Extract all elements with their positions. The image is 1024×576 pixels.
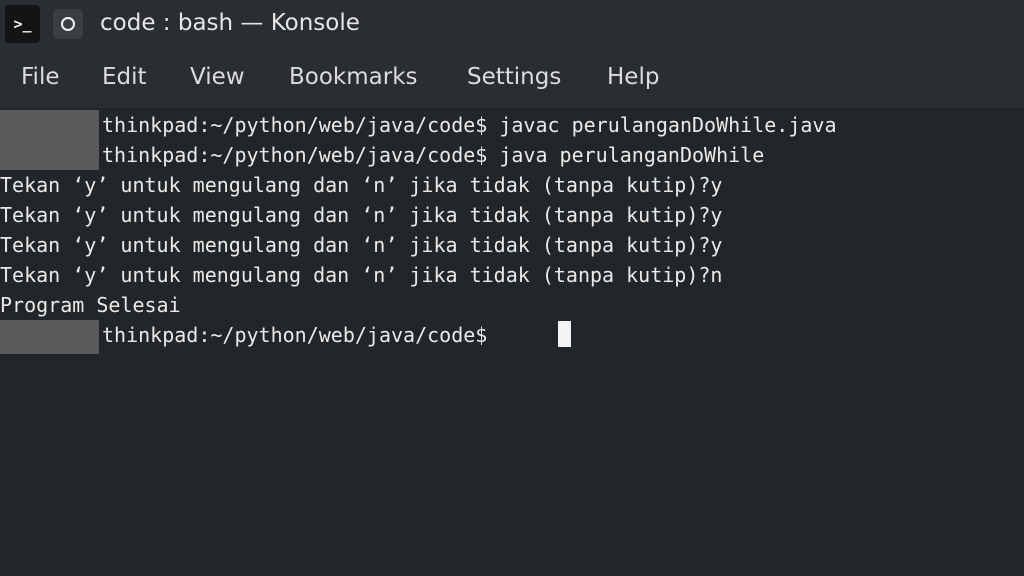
terminal-line: Tekan ‘y’ untuk mengulang dan ‘n’ jika t…: [0, 203, 723, 227]
terminal-prompt-line: thinkpad:~/python/web/java/code$: [102, 323, 500, 347]
title-bar[interactable]: >_ code : bash — Konsole: [0, 0, 1024, 50]
terminal-line: thinkpad:~/python/web/java/code$ java pe…: [102, 143, 765, 167]
terminal-line: Tekan ‘y’ untuk mengulang dan ‘n’ jika t…: [0, 263, 723, 287]
menu-bookmarks[interactable]: Bookmarks: [289, 64, 418, 90]
menu-help[interactable]: Help: [607, 64, 659, 90]
terminal-line: thinkpad:~/python/web/java/code$ javac p…: [102, 113, 837, 137]
terminal-line: Tekan ‘y’ untuk mengulang dan ‘n’ jika t…: [0, 233, 723, 257]
menu-view[interactable]: View: [190, 64, 245, 90]
pin-icon[interactable]: [53, 9, 83, 39]
terminal-line: Program Selesai: [0, 293, 181, 317]
menu-file[interactable]: File: [21, 64, 60, 90]
window-title: code : bash — Konsole: [100, 10, 360, 36]
terminal-app-icon[interactable]: >_: [5, 5, 40, 43]
terminal-area[interactable]: thinkpad:~/python/web/java/code$ javac p…: [0, 108, 1024, 576]
konsole-window: >_ code : bash — Konsole File Edit View …: [0, 0, 1024, 576]
menu-settings[interactable]: Settings: [467, 64, 561, 90]
redacted-username-block: [0, 110, 99, 170]
terminal-line: Tekan ‘y’ untuk mengulang dan ‘n’ jika t…: [0, 173, 723, 197]
redacted-username-block: [0, 320, 99, 354]
menu-bar: File Edit View Bookmarks Settings Help: [0, 50, 1024, 108]
text-cursor: [558, 321, 571, 347]
menu-edit[interactable]: Edit: [102, 64, 147, 90]
